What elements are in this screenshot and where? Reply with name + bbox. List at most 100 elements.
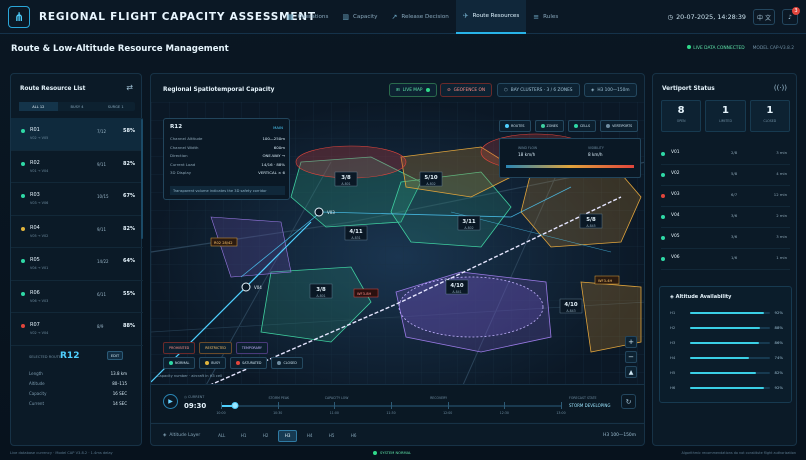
zone-capacity-label[interactable]: 4/11A-831	[344, 225, 368, 241]
vertiport-row[interactable]: V02 5/8 4 min	[661, 165, 790, 186]
vertiport-row[interactable]: V05 3/6 3 min	[661, 228, 790, 249]
zone-capacity-label[interactable]: 3/8A-801	[309, 283, 333, 299]
row-key: Direction	[170, 153, 188, 158]
info-row: Direction ONE-WAY →	[170, 153, 285, 158]
app-root: ⋔ REGIONAL FLIGHT CAPACITY ASSESSMENT ▦ O…	[0, 0, 806, 460]
alert-tag[interactable]: WF3-8H	[353, 288, 379, 298]
route-row[interactable]: R04 V05 → V02 9/11 82%	[11, 216, 143, 248]
timeline-tick	[561, 402, 562, 409]
timeline-tick-label: 10:30	[273, 411, 283, 415]
altitude-tabs: ALL H1 H2 H3 H4 H5 H6	[212, 429, 363, 442]
vertiport-panel: Vertiport Status ((·)) 8 OPEN 1 LIMITED 1 CLO…	[652, 73, 797, 446]
alert-tag[interactable]: WF3-4H	[594, 275, 620, 285]
tilt-icon[interactable]: ▲	[625, 366, 637, 378]
row-value: VERTICAL × 6	[258, 170, 285, 175]
zone-capacity-label[interactable]: 3/8A-801	[334, 171, 358, 187]
main-nav: ▦ Operations ▥ Capacity ↗ Release Decision …	[280, 0, 565, 34]
altitude-track	[690, 372, 770, 374]
nav-label: Capacity	[353, 14, 378, 20]
nav-operations[interactable]: ▦ Operations	[280, 0, 335, 34]
language-label: 中 文	[757, 14, 771, 22]
altitude-title: ◈ Altitude Availability	[670, 294, 732, 300]
notifications-button[interactable]: ♪ 3	[782, 7, 800, 25]
vertiport-wait: 4 min	[776, 171, 787, 176]
svg-text:R02 28/42: R02 28/42	[214, 241, 233, 245]
zone-capacity-label[interactable]: 4/10A-841	[445, 279, 469, 295]
filter-busy[interactable]: BUSY 4	[58, 102, 97, 111]
chip-cells[interactable]: CELLS	[568, 120, 597, 132]
alert-tag[interactable]: R02 28/42	[210, 237, 238, 247]
info-tag: MAIN	[273, 125, 283, 130]
timeline-tick	[277, 402, 279, 409]
route-row[interactable]: R02 V01 → V04 9/11 82%	[11, 151, 143, 183]
nav-label: Operations	[297, 14, 329, 20]
altitude-tab[interactable]: H5	[322, 430, 341, 442]
broadcast-icon[interactable]: ((·))	[774, 84, 787, 92]
tool-label: BAY CLUSTERS · 3 / 6 ZONES	[510, 87, 573, 93]
refresh-icon[interactable]: ↻	[621, 394, 636, 409]
altitude-tab[interactable]: H4	[300, 430, 319, 442]
h3-layer-button[interactable]: ◈ H3 100—150m	[584, 83, 637, 97]
route-row[interactable]: R03 V03 → V06 10/15 67%	[11, 183, 143, 216]
route-path: V02 → V05	[30, 136, 49, 140]
altitude-tab[interactable]: H2	[256, 430, 275, 442]
row-value: 14/16 · 88%	[261, 161, 285, 167]
map-title: Regional Spatiotemporal Capacity	[163, 87, 275, 93]
route-row[interactable]: R06 V06 → V03 6/11 55%	[11, 281, 143, 313]
zone-capacity-label[interactable]: 5/10A-802	[419, 171, 443, 187]
altitude-range: H3 100—150m	[603, 433, 636, 438]
timeline-handle[interactable]	[231, 402, 239, 409]
nav-route-resources[interactable]: ✈ Route Resources	[455, 0, 527, 34]
timeline-tick-label: 12:00	[443, 411, 453, 415]
edit-route-button[interactable]: EDIT	[107, 351, 123, 360]
route-row[interactable]: R07 V02 → V04 8/9 88%	[11, 313, 143, 346]
altitude-tab[interactable]: ALL	[212, 430, 231, 442]
chip-vertiports[interactable]: VERTIPORTS	[600, 120, 639, 132]
vertiport-row[interactable]: V01 2/8 3 min	[661, 144, 790, 165]
vertiport-queue: 6/7	[731, 192, 738, 197]
filter-surge[interactable]: SURGE 1	[96, 102, 135, 111]
legend-closed: CLOSED	[271, 357, 303, 369]
temporary-restriction[interactable]	[398, 276, 544, 338]
vertiport-row[interactable]: V04 3/6 2 min	[661, 207, 790, 228]
datetime: 20-07-2025, 14:28:39	[676, 13, 746, 21]
zoom-out-button[interactable]: −	[625, 351, 637, 363]
bay-clusters-button[interactable]: ⬡ BAY CLUSTERS · 3 / 6 ZONES	[497, 83, 580, 97]
chip-zones[interactable]: ZONES	[534, 120, 564, 132]
timeline-tick-label: 12:30	[499, 411, 509, 415]
live-map-toggle[interactable]: ⊞ LIVE MAP	[389, 83, 437, 97]
chip-routes[interactable]: ROUTES	[499, 120, 531, 132]
status-dot	[21, 226, 25, 231]
vertiport-row[interactable]: V06 1/6 1 min	[661, 249, 790, 270]
geofence-toggle[interactable]: ⊘ GEOFENCE ON	[440, 83, 493, 97]
scrollbar[interactable]	[141, 119, 143, 239]
zone-capacity-label[interactable]: 4/10A-843	[559, 298, 583, 314]
altitude-tab[interactable]: H6	[344, 430, 363, 442]
vertiport-row[interactable]: V03 6/7 12 min	[661, 186, 790, 207]
status-dot	[21, 259, 25, 263]
nav-release-decision[interactable]: ↗ Release Decision	[384, 0, 455, 34]
swap-icon[interactable]: ⇄	[126, 83, 133, 92]
route-row[interactable]: R05 V04 → V01 14/22 64%	[11, 248, 143, 281]
play-button[interactable]: ▶	[163, 394, 178, 409]
vertiport-wait: 2 min	[776, 213, 787, 218]
nav-rules[interactable]: ≡ Rules	[526, 0, 565, 34]
zone-capacity-label[interactable]: 5/8A-845	[579, 213, 603, 229]
zoom-in-button[interactable]: +	[625, 336, 637, 348]
route-row[interactable]: R01 V02 → V05 7/12 58%	[11, 118, 143, 151]
altitude-layer-label: ◈ Altitude Layer	[163, 433, 201, 438]
altitude-tab[interactable]: H3	[278, 429, 298, 442]
zone-capacity-label[interactable]: 3/11A-802	[457, 215, 481, 231]
language-toggle[interactable]: 中 文	[753, 9, 775, 25]
status-dot	[661, 236, 665, 240]
status-dot	[661, 194, 665, 198]
vertiport-stat: 1 LIMITED	[705, 100, 746, 132]
nav-capacity[interactable]: ▥ Capacity	[335, 0, 384, 34]
filter-all[interactable]: ALL 12	[19, 102, 58, 111]
rules-icon: ≡	[533, 13, 540, 21]
altitude-fill	[690, 387, 764, 389]
visibility-label: VISIBILITY	[588, 146, 604, 150]
route-load: 10/15	[97, 194, 109, 199]
timeline-track[interactable]: 10:00 10:30 11:00 11:30 12:00 12:30 13:00 STORM…	[216, 396, 565, 415]
altitude-tab[interactable]: H1	[234, 430, 253, 442]
